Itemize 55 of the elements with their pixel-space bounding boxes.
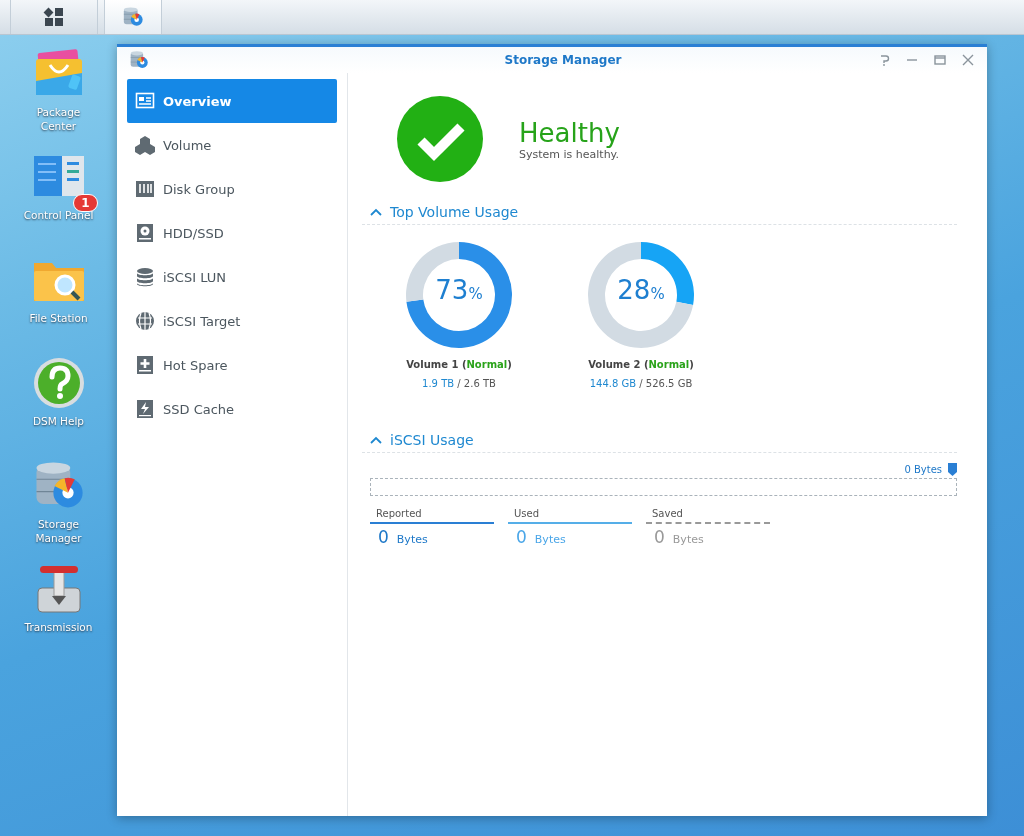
volume-capacity: 1.9 TB / 2.6 TB [422, 378, 496, 389]
id-card-icon [135, 91, 155, 111]
desktop-shortcut[interactable]: Transmission [8, 562, 109, 655]
main-menu-icon [43, 6, 65, 28]
volume-capacity: 144.8 GB / 526.5 GB [589, 378, 693, 389]
usage-percent: 28% [616, 275, 666, 305]
sidebar-item[interactable]: Volume [127, 123, 337, 167]
sidebar-item[interactable]: Hot Spare [127, 343, 337, 387]
metric-value: 0 Bytes [377, 526, 429, 547]
cubes-icon [135, 135, 155, 155]
health-message: System is healthy. [519, 147, 620, 161]
desktop-shortcut[interactable]: File Station [8, 253, 109, 346]
sidebar-item[interactable]: Overview [127, 79, 337, 123]
disk-bay-icon [135, 179, 155, 199]
metric-value: 0 Bytes [653, 526, 705, 547]
sidebar-item[interactable]: SSD Cache [127, 387, 337, 431]
sidebar-item[interactable]: Disk Group [127, 167, 337, 211]
marker-icon [948, 463, 957, 476]
question-mark-icon [31, 356, 86, 410]
capacity-marker-label: 0 Bytes [904, 464, 942, 475]
lightning-icon [135, 399, 155, 419]
volume-name: Volume 2 (Normal) [588, 359, 694, 370]
check-circle-icon [397, 96, 483, 182]
sidebar-item[interactable]: iSCSI LUN [127, 255, 337, 299]
metric-label: Used [508, 508, 632, 524]
window-title: Storage Manager [503, 53, 623, 67]
database-icon [135, 267, 155, 287]
usage-percent: 73% [434, 275, 484, 305]
shortcut-label: Transmission [23, 620, 94, 634]
maximize-icon[interactable] [933, 53, 947, 67]
metric-value: 0 Bytes [515, 526, 567, 547]
shortcut-label: Storage Manager [34, 517, 83, 545]
sidebar-item[interactable]: HDD/SSD [127, 211, 337, 255]
sidebar-item[interactable]: iSCSI Target [127, 299, 337, 343]
notification-badge: 1 [73, 194, 98, 212]
shortcut-label: DSM Help [31, 414, 86, 428]
chevron-up-icon [370, 208, 382, 216]
desktop-shortcut[interactable]: DSM Help [8, 356, 109, 449]
section-toggle[interactable]: Top Volume Usage [370, 204, 519, 220]
desktop-shortcut[interactable]: Storage Manager [8, 459, 109, 552]
metric-label: Reported [370, 508, 494, 524]
taskbar-button[interactable] [10, 0, 98, 34]
health-status: Healthy [519, 117, 620, 148]
close-icon[interactable] [961, 53, 975, 67]
chevron-up-icon [370, 436, 382, 444]
volume-name: Volume 1 (Normal) [406, 359, 512, 370]
shortcut-label: File Station [28, 311, 89, 325]
storage-chart-icon [129, 50, 149, 70]
storage-chart-icon [122, 6, 144, 28]
desktop-shortcut[interactable]: 1 Control Panel [8, 150, 109, 243]
section-toggle[interactable]: iSCSI Usage [370, 432, 474, 448]
metric-label: Saved [646, 508, 770, 524]
shortcut-label: Package Center [35, 105, 82, 133]
globe-icon [135, 311, 155, 331]
plus-square-icon [135, 355, 155, 375]
